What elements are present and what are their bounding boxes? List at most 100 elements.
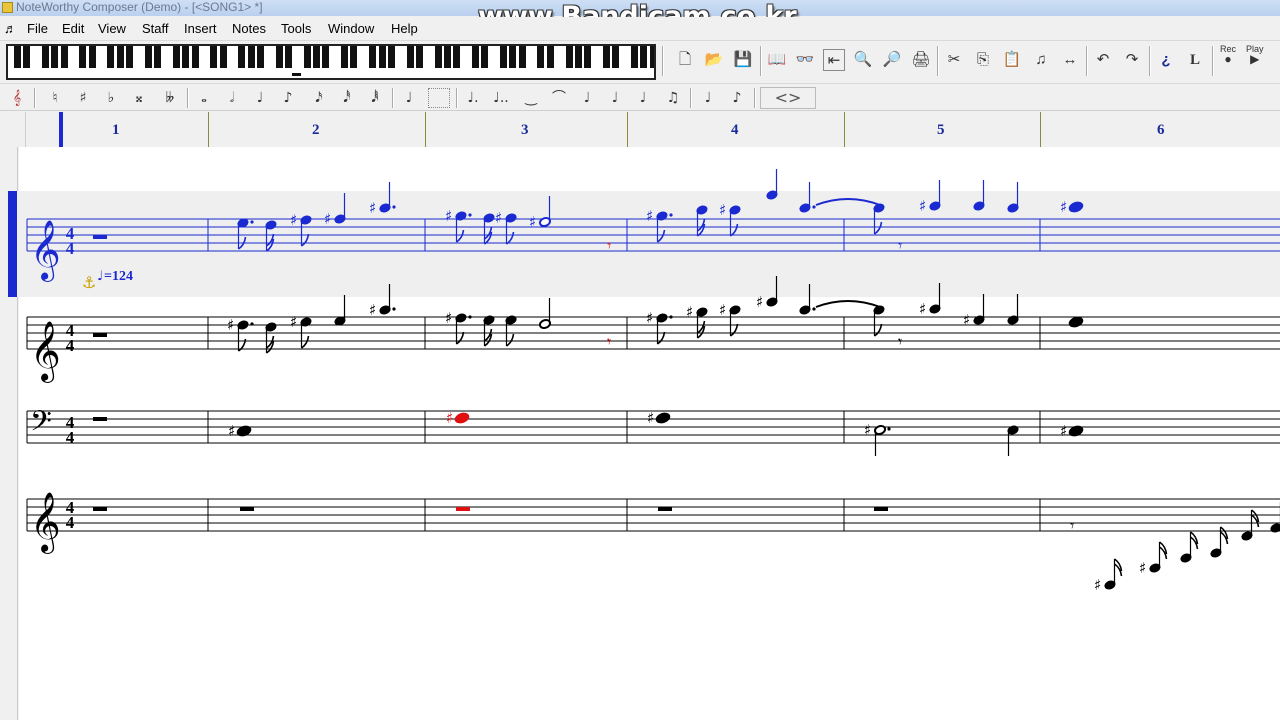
lyric-icon[interactable]: L: [1184, 49, 1206, 71]
note[interactable]: ♯: [963, 294, 985, 329]
info-icon[interactable]: ¿: [1155, 49, 1177, 71]
paste-icon[interactable]: 📋: [1001, 49, 1023, 71]
piano-black-key[interactable]: [518, 46, 526, 68]
sixty-fourth-note-icon[interactable]: 𝅘𝅥𝅱: [364, 87, 386, 109]
piano-black-key[interactable]: [275, 46, 283, 68]
piano-black-key[interactable]: [144, 46, 152, 68]
piano-black-key[interactable]: [602, 46, 610, 68]
piano-black-key[interactable]: [182, 46, 190, 68]
clef-tool-icon[interactable]: 𝄞: [6, 87, 28, 109]
save-icon[interactable]: 💾: [732, 49, 754, 71]
piano-black-key[interactable]: [303, 46, 311, 68]
arrow-icon[interactable]: ↔: [1059, 49, 1081, 71]
menu-edit[interactable]: Edit: [62, 21, 84, 36]
menu-notes[interactable]: Notes: [232, 21, 266, 36]
note-icon[interactable]: ♫: [1030, 49, 1052, 71]
piano-black-key[interactable]: [51, 46, 59, 68]
menu-insert[interactable]: Insert: [184, 21, 217, 36]
piano-black-key[interactable]: [434, 46, 442, 68]
menu-view[interactable]: View: [98, 21, 126, 36]
zoom-icon[interactable]: 🔍: [852, 49, 874, 71]
menu-file[interactable]: File: [27, 21, 48, 36]
ruler-bar-number-2[interactable]: 2: [312, 122, 320, 139]
record-button[interactable]: Rec ●: [1220, 44, 1236, 65]
preview-icon[interactable]: 🔎: [881, 49, 903, 71]
mdi-document-icon[interactable]: ♬: [4, 21, 17, 36]
ruler-bar-number-1[interactable]: 1: [112, 122, 120, 139]
piano-black-key[interactable]: [210, 46, 218, 68]
note[interactable]: ♯: [445, 309, 472, 345]
menu-window[interactable]: Window: [328, 21, 374, 36]
piano-black-key[interactable]: [126, 46, 134, 68]
piano-black-key[interactable]: [88, 46, 96, 68]
score-canvas[interactable]: 𝄞 𝄞 𝄢 𝄞 4 4 4 4 4 4 4 4 ⚓ ♩ =124 ♯ ♯♯ ♯ ♯ ♯𝄾…: [0, 147, 1280, 720]
note[interactable]: ♯: [1094, 558, 1123, 594]
natural-icon[interactable]: ♮: [44, 87, 66, 109]
piano-black-key[interactable]: [509, 46, 517, 68]
note[interactable]: ♯: [228, 422, 252, 440]
piano-black-key[interactable]: [406, 46, 414, 68]
note[interactable]: [265, 322, 277, 354]
piano-black-key[interactable]: [219, 46, 227, 68]
dotted-icon[interactable]: ♩.: [462, 87, 484, 109]
piano-black-key[interactable]: [443, 46, 451, 68]
note[interactable]: ♯: [1060, 422, 1084, 440]
note[interactable]: [1210, 526, 1229, 558]
ruler-bar-number-4[interactable]: 4: [731, 122, 739, 139]
piano-black-key[interactable]: [649, 46, 654, 68]
piano-black-key[interactable]: [640, 46, 648, 68]
piano-black-key[interactable]: [107, 46, 115, 68]
glasses-icon[interactable]: 👓: [794, 49, 816, 71]
undo-icon[interactable]: ↶: [1092, 49, 1114, 71]
double-dotted-icon[interactable]: ♩..: [490, 87, 512, 109]
piano-black-key[interactable]: [172, 46, 180, 68]
piano-black-key[interactable]: [60, 46, 68, 68]
piano-black-key[interactable]: [415, 46, 423, 68]
note[interactable]: ♯: [1139, 541, 1168, 577]
piano-black-key[interactable]: [256, 46, 264, 68]
ruler-bar-number-3[interactable]: 3: [521, 122, 529, 139]
piano-keyboard[interactable]: [6, 44, 656, 80]
piano-black-key[interactable]: [369, 46, 377, 68]
quarter-note-icon[interactable]: ♩: [249, 87, 271, 109]
stem-down-icon[interactable]: ♪: [726, 87, 748, 109]
sixteenth-note-icon[interactable]: 𝅘𝅥𝅯: [308, 87, 330, 109]
piano-black-key[interactable]: [350, 46, 358, 68]
piano-black-key[interactable]: [23, 46, 31, 68]
piano-black-key[interactable]: [584, 46, 592, 68]
piano-black-key[interactable]: [565, 46, 573, 68]
note[interactable]: [538, 298, 552, 329]
piano-black-key[interactable]: [546, 46, 554, 68]
piano-black-key[interactable]: [13, 46, 21, 68]
piano-black-key[interactable]: [154, 46, 162, 68]
piano-black-key[interactable]: [191, 46, 199, 68]
book-icon[interactable]: 📖: [766, 49, 788, 71]
note[interactable]: [1007, 425, 1019, 456]
half-note-icon[interactable]: 𝅗𝅥: [221, 87, 243, 109]
piano-black-key[interactable]: [537, 46, 545, 68]
piano-black-key[interactable]: [341, 46, 349, 68]
double-sharp-icon[interactable]: 𝄪: [128, 87, 150, 109]
align-icon[interactable]: ⇤: [823, 49, 845, 71]
double-flat-icon[interactable]: 𝄫: [159, 87, 181, 109]
piano-black-key[interactable]: [313, 46, 321, 68]
note[interactable]: [766, 169, 778, 200]
note[interactable]: ♯: [646, 309, 673, 345]
note[interactable]: [334, 295, 346, 326]
rest-toggle-icon[interactable]: ♩: [398, 87, 420, 109]
note[interactable]: ♯: [446, 409, 470, 427]
sharp-icon[interactable]: ♯: [72, 87, 94, 109]
stem-up-icon[interactable]: ♩: [697, 87, 719, 109]
crescendo-diminuendo-icon[interactable]: <>: [760, 87, 816, 109]
piano-black-key[interactable]: [378, 46, 386, 68]
flat-icon[interactable]: ♭: [100, 87, 122, 109]
slur-icon[interactable]: ⌒: [548, 87, 570, 109]
piano-black-key[interactable]: [238, 46, 246, 68]
thirty-second-note-icon[interactable]: 𝅘𝅥𝅰: [336, 87, 358, 109]
piano-black-key[interactable]: [387, 46, 395, 68]
note[interactable]: [1180, 531, 1199, 563]
play-button[interactable]: Play ▶: [1246, 44, 1264, 65]
menu-staff[interactable]: Staff: [142, 21, 169, 36]
ruler-bar-number-5[interactable]: 5: [937, 122, 945, 139]
tie-icon[interactable]: ‿: [520, 87, 542, 109]
